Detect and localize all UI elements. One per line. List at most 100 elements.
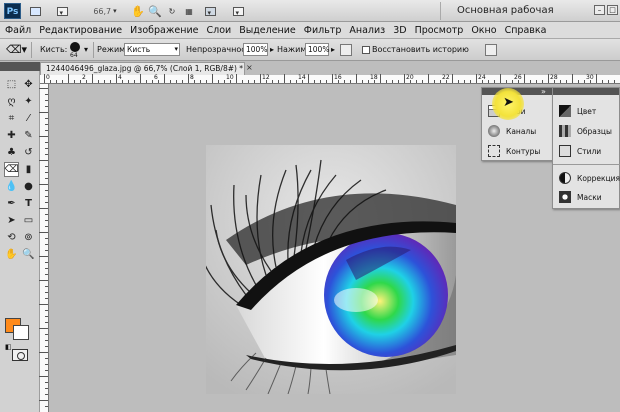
pen-tool-icon[interactable]: ✒	[4, 196, 19, 211]
marquee-tool-icon[interactable]: ⬚	[4, 77, 19, 92]
eraser-tool-icon[interactable]: ⌫	[4, 162, 19, 177]
opacity-input[interactable]: 100%	[243, 43, 268, 56]
hand-tool-icon[interactable]: ✋	[131, 4, 145, 18]
lasso-tool-icon[interactable]: ღ	[4, 94, 19, 109]
options-bar: ⌫▾ Кисть: 64 ▾ Режим: Кисть ▾ Непрозрачн…	[0, 39, 620, 61]
ruler-tick	[578, 80, 579, 83]
menu-layers[interactable]: Слои	[206, 25, 231, 36]
channels-panel-button[interactable]: Каналы	[488, 125, 536, 137]
styles-icon	[559, 145, 571, 157]
crop-tool-icon[interactable]: ⌗	[4, 111, 19, 126]
masks-panel-button[interactable]: Маски	[559, 191, 602, 203]
ruler-tick	[45, 172, 48, 173]
clone-stamp-tool-icon[interactable]: ♣	[4, 145, 19, 160]
ruler-tick	[39, 136, 48, 137]
styles-panel-button[interactable]: Стили	[559, 145, 601, 157]
menu-view[interactable]: Просмотр	[415, 25, 464, 36]
dodge-tool-icon[interactable]: ●	[21, 179, 36, 194]
menu-select[interactable]: Выделение	[239, 25, 296, 36]
adjustments-panel-button[interactable]: Коррекция	[559, 172, 620, 184]
airbrush-icon[interactable]	[340, 44, 352, 56]
arrange-documents-dropdown[interactable]	[199, 4, 221, 18]
screen-mode-dropdown[interactable]	[227, 4, 249, 18]
magic-wand-tool-icon[interactable]: ✦	[21, 94, 36, 109]
ruler-tick	[452, 74, 453, 83]
rotate-view-icon[interactable]: ↻	[165, 4, 179, 18]
move-tool-icon[interactable]: ✥	[21, 77, 36, 92]
application-bar: Ps 66,7 ✋ 🔍 ↻ ▦ Основная рабочая среда –…	[0, 0, 620, 38]
brush-picker-arrow-icon[interactable]: ▾	[84, 45, 88, 54]
ruler-tick	[50, 80, 51, 83]
adjustments-label: Коррекция	[577, 173, 620, 183]
pressure-input[interactable]: 100%	[305, 43, 329, 56]
paths-icon	[488, 145, 500, 157]
hand-tool-icon[interactable]: ✋	[4, 247, 19, 262]
swatches-panel-button[interactable]: Образцы	[559, 125, 612, 137]
mode-select[interactable]: Кисть ▾	[124, 43, 180, 56]
healing-brush-tool-icon[interactable]: ✚	[4, 128, 19, 143]
brush-preview-icon[interactable]	[70, 42, 80, 52]
menu-3d[interactable]: 3D	[393, 25, 406, 36]
view-extras-dropdown[interactable]	[50, 4, 74, 18]
color-panel-dock: » Цвет Образцы Стили Коррекция Маски	[541, 87, 620, 209]
history-brush-tool-icon[interactable]: ↺	[21, 145, 36, 160]
grid-icon[interactable]: ▦	[182, 4, 196, 18]
ruler-tick	[45, 316, 48, 317]
ruler-tick	[356, 74, 357, 83]
eyedropper-tool-icon[interactable]: ⁄	[21, 111, 36, 126]
tools-panel-header[interactable]	[0, 62, 40, 71]
eraser-tool-preset-icon[interactable]: ⌫▾	[6, 43, 27, 56]
panel-dock-header[interactable]	[553, 88, 619, 95]
menu-edit[interactable]: Редактирование	[39, 25, 122, 36]
zoom-tool-icon[interactable]: 🔍	[21, 247, 36, 262]
shape-tool-icon[interactable]: ▭	[21, 213, 36, 228]
background-color-swatch[interactable]	[13, 325, 29, 340]
ruler-tick	[45, 274, 48, 275]
menu-help[interactable]: Справка	[505, 25, 547, 36]
path-selection-tool-icon[interactable]: ➤	[4, 213, 19, 228]
zoom-level-dropdown[interactable]: 66,7	[86, 4, 124, 18]
styles-label: Стили	[577, 146, 602, 156]
menu-window[interactable]: Окно	[471, 25, 496, 36]
default-colors-icon[interactable]: ◧	[5, 343, 12, 351]
ruler-tick	[536, 80, 537, 83]
ruler-tick	[45, 196, 48, 197]
ruler-tick	[326, 80, 327, 83]
menu-analysis[interactable]: Анализ	[349, 25, 385, 36]
ruler-tick	[278, 80, 279, 83]
collapse-panels-icon[interactable]: »	[541, 87, 546, 96]
ruler-tick	[212, 74, 213, 83]
menu-file[interactable]: Файл	[5, 25, 31, 36]
3d-rotate-tool-icon[interactable]: ⟲	[4, 230, 19, 245]
workspace-switcher[interactable]: Основная рабочая среда	[440, 2, 586, 38]
close-document-icon[interactable]: ×	[246, 63, 253, 72]
paths-panel-button[interactable]: Контуры	[488, 145, 540, 157]
brush-tool-icon[interactable]: ✎	[21, 128, 36, 143]
ruler-tick	[39, 304, 48, 305]
gradient-tool-icon[interactable]: ▮	[21, 162, 36, 177]
ruler-tick	[44, 74, 45, 83]
minimize-button[interactable]: –	[594, 5, 605, 15]
tablet-pressure-icon[interactable]	[485, 44, 497, 56]
blur-tool-icon[interactable]: 💧	[4, 179, 19, 194]
ruler-tick	[45, 166, 48, 167]
ruler-tick	[45, 322, 48, 323]
quick-mask-button[interactable]	[12, 349, 28, 361]
maximize-button[interactable]: □	[607, 5, 618, 15]
menu-filter[interactable]: Фильтр	[304, 25, 342, 36]
ruler-tick	[284, 74, 285, 83]
bridge-button[interactable]	[27, 4, 43, 18]
pressure-slider-arrow-icon[interactable]: ▸	[331, 45, 335, 54]
zoom-tool-icon[interactable]: 🔍	[148, 4, 162, 18]
ruler-label: 2	[82, 74, 86, 81]
color-icon	[559, 105, 571, 117]
type-tool-icon[interactable]: T	[21, 196, 36, 211]
restore-history-checkbox[interactable]	[362, 46, 370, 54]
menu-image[interactable]: Изображение	[130, 25, 198, 36]
color-panel-button[interactable]: Цвет	[559, 105, 596, 117]
document-tab[interactable]: 1244046496_glaza.jpg @ 66,7% (Слой 1, RG…	[40, 62, 245, 75]
3d-orbit-tool-icon[interactable]: ⊚	[21, 230, 36, 245]
opacity-slider-arrow-icon[interactable]: ▸	[270, 45, 274, 54]
ruler-tick	[45, 190, 48, 191]
ruler-tick	[98, 80, 99, 83]
